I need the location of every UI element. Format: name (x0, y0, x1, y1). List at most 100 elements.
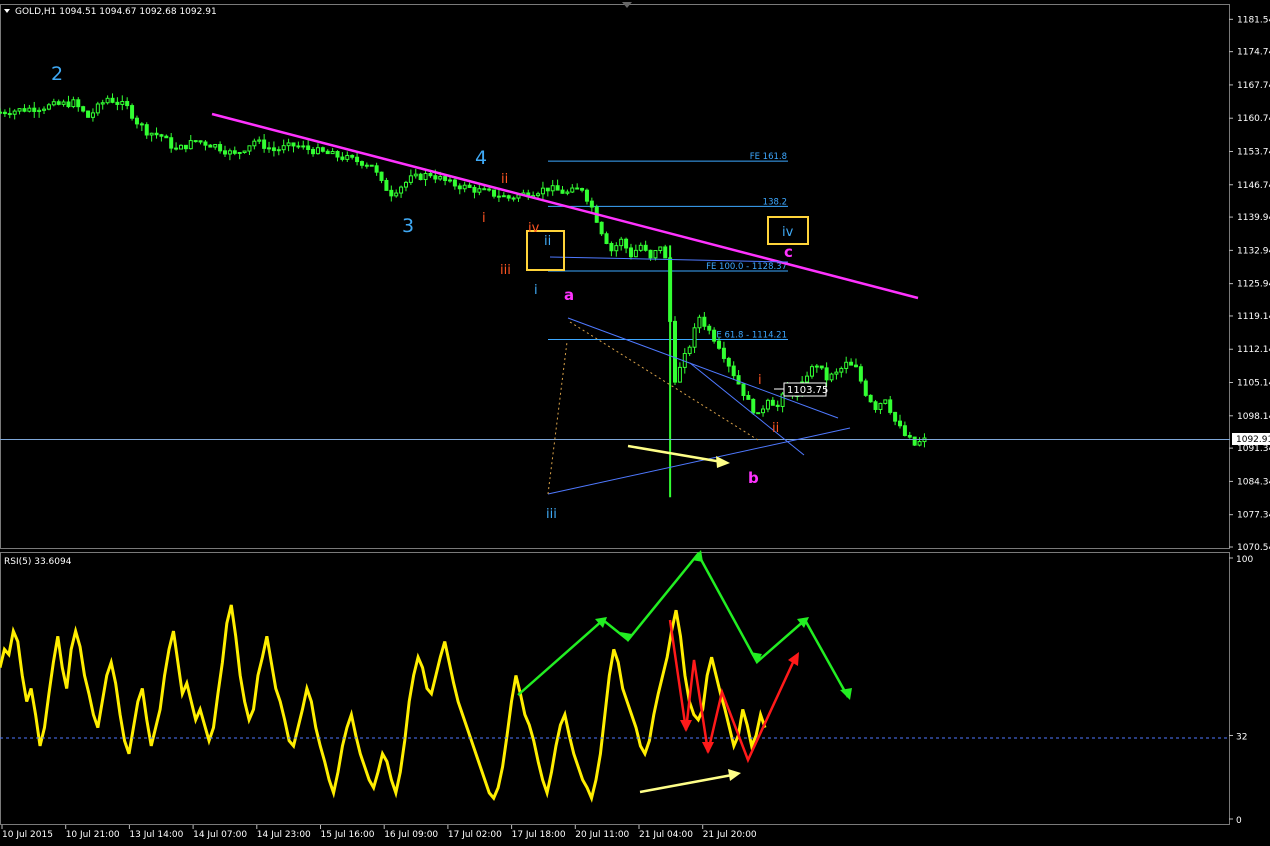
price-axis-label: 1112.14 (1237, 345, 1270, 355)
candle-body (301, 145, 306, 148)
wedge-inner-line[interactable] (689, 362, 805, 456)
candle-body (286, 142, 291, 147)
candle-body (144, 124, 149, 136)
candle-body (482, 188, 487, 191)
candle-body (584, 189, 589, 202)
wave-sub-iii: iii (546, 507, 557, 522)
wave-sub-i-right: i (758, 373, 762, 388)
candle-body (433, 175, 438, 180)
candle-body (692, 327, 697, 348)
wave-label-c: c (784, 243, 793, 261)
price-axis-label: 1125.94 (1237, 280, 1270, 290)
candle-body (86, 110, 91, 118)
candle-body (281, 145, 286, 151)
candle-body (853, 364, 858, 368)
candle-body (66, 101, 71, 108)
candle-body (203, 141, 208, 146)
current-price-label: 1092.91 (1236, 435, 1270, 445)
candle-body (550, 185, 555, 192)
candle-body (604, 233, 609, 245)
candle-body (198, 140, 203, 143)
candle-body (736, 375, 741, 385)
candle-body (120, 101, 125, 105)
candle-body (560, 189, 565, 194)
price-axis-label: 1098.14 (1237, 412, 1270, 422)
candle-body (643, 244, 648, 251)
candle-body (115, 101, 120, 105)
candle-body (315, 147, 320, 155)
candle-body (46, 104, 51, 110)
wave-label-a: a (564, 286, 574, 304)
candle-body (169, 137, 174, 149)
candle-body (770, 399, 775, 406)
candle-body (609, 243, 614, 252)
candle-body (898, 420, 902, 427)
candle-body (418, 173, 423, 181)
candle-body (555, 185, 560, 191)
candle-body (492, 189, 497, 197)
candle-body (76, 99, 81, 108)
candle-body (350, 154, 355, 158)
main-panel-frame (0, 4, 1230, 549)
price-axis-label: 1174.74 (1237, 48, 1270, 58)
candle-body (149, 132, 154, 136)
candle-body (648, 249, 653, 259)
candle-body (178, 144, 183, 150)
candle-body (311, 148, 316, 155)
candle-body (355, 156, 360, 163)
candle-body (37, 109, 42, 112)
candle-body (575, 187, 580, 190)
time-axis-label: 21 Jul 20:00 (703, 830, 757, 840)
candle-body (394, 192, 399, 197)
candle-body (912, 436, 917, 446)
rsi-axis-label: 32 (1236, 732, 1247, 742)
candle-body (487, 188, 492, 191)
candle-body (765, 399, 770, 410)
time-axis-label: 10 Jul 2015 (2, 830, 53, 840)
price-axis-label: 1160.74 (1237, 114, 1270, 124)
candle-body (374, 165, 379, 173)
price-axis-label: 1181.54 (1237, 15, 1270, 25)
candle-body (452, 179, 457, 187)
wedge-lower-line[interactable] (547, 427, 851, 495)
candle-body (751, 398, 756, 414)
candle-body (247, 145, 252, 152)
candle-body (291, 142, 296, 147)
candle-body (12, 110, 17, 115)
wedge-upper-line[interactable] (567, 317, 839, 419)
red-arrowhead-2 (702, 742, 714, 754)
candle-body (467, 184, 472, 188)
candle-body (868, 394, 873, 403)
candle-body (81, 106, 86, 112)
green-projection-path (517, 551, 850, 698)
candle-body (242, 150, 247, 153)
time-axis-label: 13 Jul 14:00 (129, 830, 183, 840)
price-axis-label: 1091.34 (1237, 444, 1270, 454)
wave-sub-ii: ii (544, 234, 551, 249)
green-arrowhead-2 (620, 632, 632, 642)
candle-body (2, 111, 7, 115)
time-axis-label: 16 Jul 09:00 (384, 830, 438, 840)
candle-body (580, 187, 585, 191)
candle-body (844, 361, 849, 369)
candle-body (276, 149, 281, 152)
candle-body (159, 134, 164, 137)
time-axis-label: 14 Jul 07:00 (193, 830, 247, 840)
fib-level-label: 138.2 (763, 197, 787, 207)
green-arrowhead-3 (692, 550, 703, 562)
candle-body (257, 139, 262, 142)
candle-body (589, 200, 594, 208)
candle-body (134, 117, 139, 125)
candle-body (883, 399, 888, 404)
candle-body (0, 111, 2, 114)
candle-body (345, 154, 350, 160)
candle-body (829, 373, 834, 381)
candle-body (42, 108, 47, 111)
candle-body (638, 244, 643, 251)
candle-body (717, 340, 722, 349)
menu-triangle-icon[interactable] (4, 9, 10, 13)
chart-canvas: GOLD,H1 1094.51 1094.67 1092.68 1092.91 … (0, 2, 1270, 840)
candle-body (707, 325, 712, 331)
candle-body (306, 145, 311, 150)
time-axis: 10 Jul 2015 10 Jul 21:00 13 Jul 14:00 14 Ju… (1, 825, 757, 840)
